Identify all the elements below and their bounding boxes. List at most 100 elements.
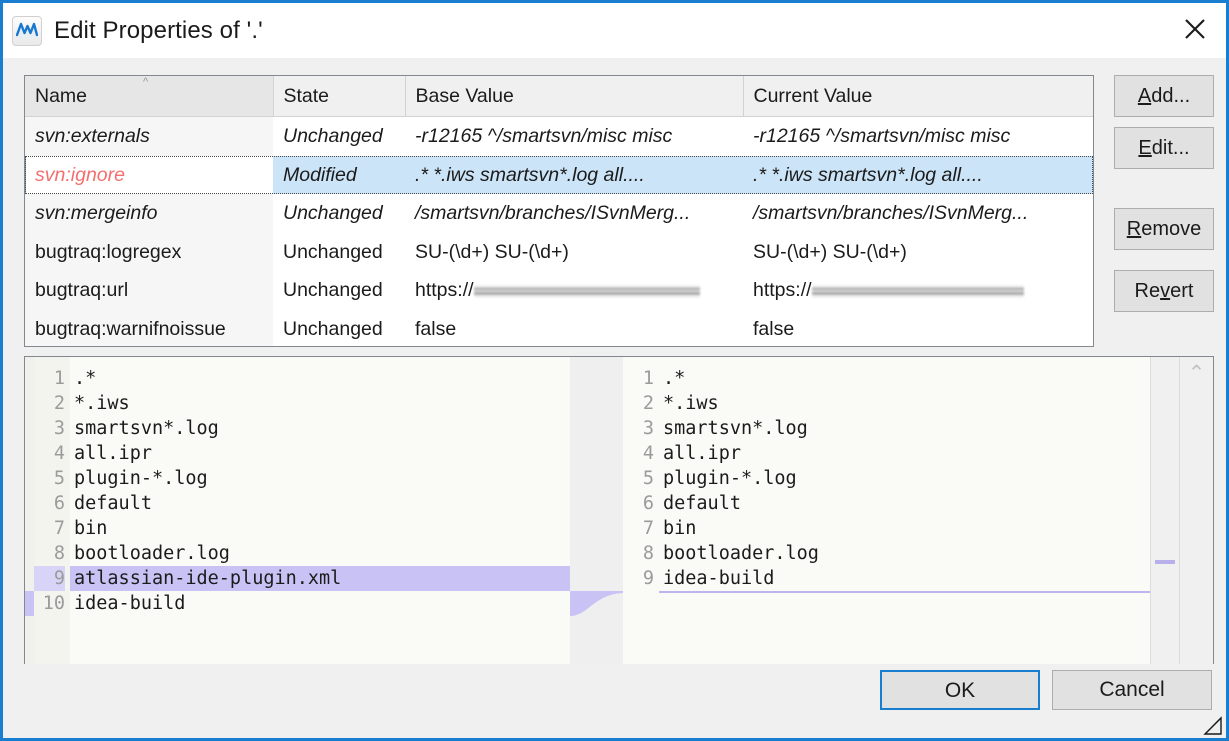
code-line: *.iws: [659, 391, 1151, 416]
cell-name: svn:ignore: [25, 156, 273, 195]
table-row-selected[interactable]: svn:ignore Modified .* *.iws smartsvn*.l…: [25, 156, 1093, 195]
properties-table-container[interactable]: ^ Name State Base Value Current Value: [24, 75, 1094, 347]
code-line: smartsvn*.log: [70, 416, 570, 441]
edit-properties-dialog: Edit Properties of '.' ^: [0, 0, 1229, 741]
table-row[interactable]: svn:externals Unchanged -r12165 ^/smarts…: [25, 117, 1093, 156]
cell-state: Unchanged: [273, 310, 405, 348]
left-change-marker-strip: [25, 357, 34, 683]
diff-panes: 12345678910 .**.iwssmartsvn*.logall.iprp…: [25, 357, 1213, 683]
column-header-base-label: Base Value: [416, 85, 514, 107]
close-icon[interactable]: [1164, 3, 1226, 55]
line-number: 9: [34, 566, 65, 591]
cell-name: svn:mergeinfo: [25, 194, 273, 233]
ok-button[interactable]: OK: [880, 670, 1040, 710]
code-line: .*: [70, 366, 570, 391]
diff-overview-map[interactable]: [1150, 357, 1179, 683]
code-line: all.ipr: [659, 441, 1151, 466]
line-number: 8: [623, 541, 654, 566]
table-row[interactable]: bugtraq:warnifnoissue Unchanged false fa…: [25, 310, 1093, 348]
line-number: 8: [34, 541, 65, 566]
redacted-url: [812, 284, 1024, 299]
column-header-state[interactable]: State: [273, 76, 405, 117]
chevron-up-icon[interactable]: ⌃: [1188, 363, 1206, 384]
cell-name: svn:externals: [25, 117, 273, 156]
cancel-button[interactable]: Cancel: [1052, 670, 1212, 710]
code-line: *.iws: [70, 391, 570, 416]
diff-connector-area: [570, 357, 623, 683]
table-row[interactable]: bugtraq:url Unchanged https:// https://: [25, 271, 1093, 310]
cell-base-value: -r12165 ^/smartsvn/misc misc: [405, 117, 743, 156]
cell-name: bugtraq:logregex: [25, 233, 273, 272]
right-code-area[interactable]: .**.iwssmartsvn*.logall.iprplugin-*.logd…: [659, 357, 1151, 683]
cell-current-value: /smartsvn/branches/ISvnMerg...: [743, 194, 1093, 233]
line-number: 5: [34, 466, 65, 491]
dialog-footer: OK Cancel: [3, 664, 1226, 738]
code-line: plugin-*.log: [659, 466, 1151, 491]
base-value-pane[interactable]: 12345678910 .**.iwssmartsvn*.logall.iprp…: [25, 357, 570, 683]
vertical-scrollbar[interactable]: ⌃ ⌄: [1179, 357, 1213, 683]
edit-button[interactable]: Edit...: [1114, 127, 1214, 169]
cell-name: bugtraq:url: [25, 271, 273, 310]
code-line: bootloader.log: [659, 541, 1151, 566]
code-line: .*: [659, 366, 1151, 391]
cell-base-value: .* *.iws smartsvn*.log all....: [405, 156, 743, 195]
left-code-area[interactable]: .**.iwssmartsvn*.logall.iprplugin-*.logd…: [70, 357, 570, 683]
line-number: 7: [623, 516, 654, 541]
column-header-name-label: Name: [35, 85, 87, 107]
redacted-url: [474, 284, 700, 299]
table-row[interactable]: bugtraq:logregex Unchanged SU-(\d+) SU-(…: [25, 233, 1093, 272]
current-value-pane[interactable]: 123456789 .**.iwssmartsvn*.logall.iprplu…: [623, 357, 1151, 683]
title-bar: Edit Properties of '.': [3, 3, 1226, 58]
deletion-point-indicator: [659, 591, 1151, 593]
dialog-content: ^ Name State Base Value Current Value: [3, 58, 1226, 738]
cell-current-value: false: [743, 310, 1093, 348]
remove-button[interactable]: Remove: [1114, 208, 1214, 250]
code-line: bin: [70, 516, 570, 541]
line-number: 5: [623, 466, 654, 491]
line-number: 6: [34, 491, 65, 516]
line-number: 2: [623, 391, 654, 416]
properties-section: ^ Name State Base Value Current Value: [3, 58, 1226, 334]
cell-base-value: /smartsvn/branches/ISvnMerg...: [405, 194, 743, 233]
cell-current-value: -r12165 ^/smartsvn/misc misc: [743, 117, 1093, 156]
resize-grip-icon[interactable]: [1203, 716, 1223, 736]
property-actions: Add... Edit... Remove Revert: [1114, 75, 1214, 312]
code-line: all.ipr: [70, 441, 570, 466]
smartsvn-icon: [12, 16, 42, 46]
column-header-base-value[interactable]: Base Value: [405, 76, 743, 117]
line-number: 2: [34, 391, 65, 416]
column-header-current-value[interactable]: Current Value: [743, 76, 1093, 117]
diff-change-ribbon: [570, 357, 623, 683]
column-header-name[interactable]: ^ Name: [25, 76, 273, 117]
line-number: 7: [34, 516, 65, 541]
line-number: 3: [34, 416, 65, 441]
code-line: idea-build: [70, 591, 570, 616]
line-number: 10: [34, 591, 65, 616]
deleted-line-marker: [25, 591, 34, 616]
cell-name: bugtraq:warnifnoissue: [25, 310, 273, 348]
cell-base-value: https://: [405, 271, 743, 310]
code-line: plugin-*.log: [70, 466, 570, 491]
code-line: bin: [659, 516, 1151, 541]
code-line: default: [659, 491, 1151, 516]
line-number: 1: [623, 366, 654, 391]
line-number: 4: [623, 441, 654, 466]
code-line-deleted: atlassian-ide-plugin.xml: [70, 566, 570, 591]
vertical-scroll-area: ⌃ ⌄: [1150, 357, 1213, 683]
dialog-title: Edit Properties of '.': [54, 17, 263, 45]
code-line: bootloader.log: [70, 541, 570, 566]
cell-current-value: https://: [743, 271, 1093, 310]
cell-state: Unchanged: [273, 117, 405, 156]
line-number: 3: [623, 416, 654, 441]
line-number: 9: [623, 566, 654, 591]
code-line: default: [70, 491, 570, 516]
right-line-number-gutter: 123456789: [623, 357, 659, 683]
revert-button[interactable]: Revert: [1114, 270, 1214, 312]
table-row[interactable]: svn:mergeinfo Unchanged /smartsvn/branch…: [25, 194, 1093, 233]
cell-state: Modified: [273, 156, 405, 195]
column-header-state-label: State: [284, 85, 330, 107]
add-button[interactable]: Add...: [1114, 75, 1214, 117]
line-number: 4: [34, 441, 65, 466]
table-header-row: ^ Name State Base Value Current Value: [25, 76, 1093, 117]
cell-current-value: .* *.iws smartsvn*.log all....: [743, 156, 1093, 195]
